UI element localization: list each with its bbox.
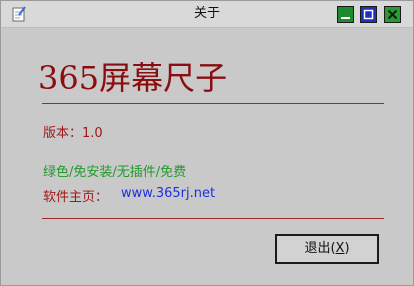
exit-button[interactable]: 退出(X)	[275, 234, 379, 264]
version-text: 版本：1.0	[43, 126, 103, 141]
maximize-button[interactable]	[360, 6, 377, 23]
maximize-icon	[363, 9, 374, 20]
minimize-icon	[341, 17, 350, 19]
homepage-label: 软件主页：	[43, 190, 109, 205]
close-button[interactable]	[384, 6, 401, 23]
homepage-link[interactable]: www.365rj.net	[121, 186, 215, 201]
about-dialog: 关于 365屏幕尺子 版本：1.0 绿色/免安装/无插件/免费 软件主页： ww…	[0, 0, 414, 286]
exit-button-close: )	[344, 241, 350, 256]
minimize-button[interactable]	[337, 6, 354, 23]
dialog-body: 365屏幕尺子 版本：1.0 绿色/免安装/无插件/免费 软件主页： www.3…	[2, 28, 412, 285]
features-text: 绿色/免安装/无插件/免费	[43, 165, 187, 180]
app-name-heading: 365屏幕尺子	[38, 59, 228, 97]
exit-button-label: 退出(	[304, 241, 336, 256]
divider-top	[42, 103, 384, 104]
divider-bottom	[42, 218, 384, 219]
title-bar[interactable]: 关于	[1, 1, 413, 28]
close-icon	[387, 9, 398, 20]
